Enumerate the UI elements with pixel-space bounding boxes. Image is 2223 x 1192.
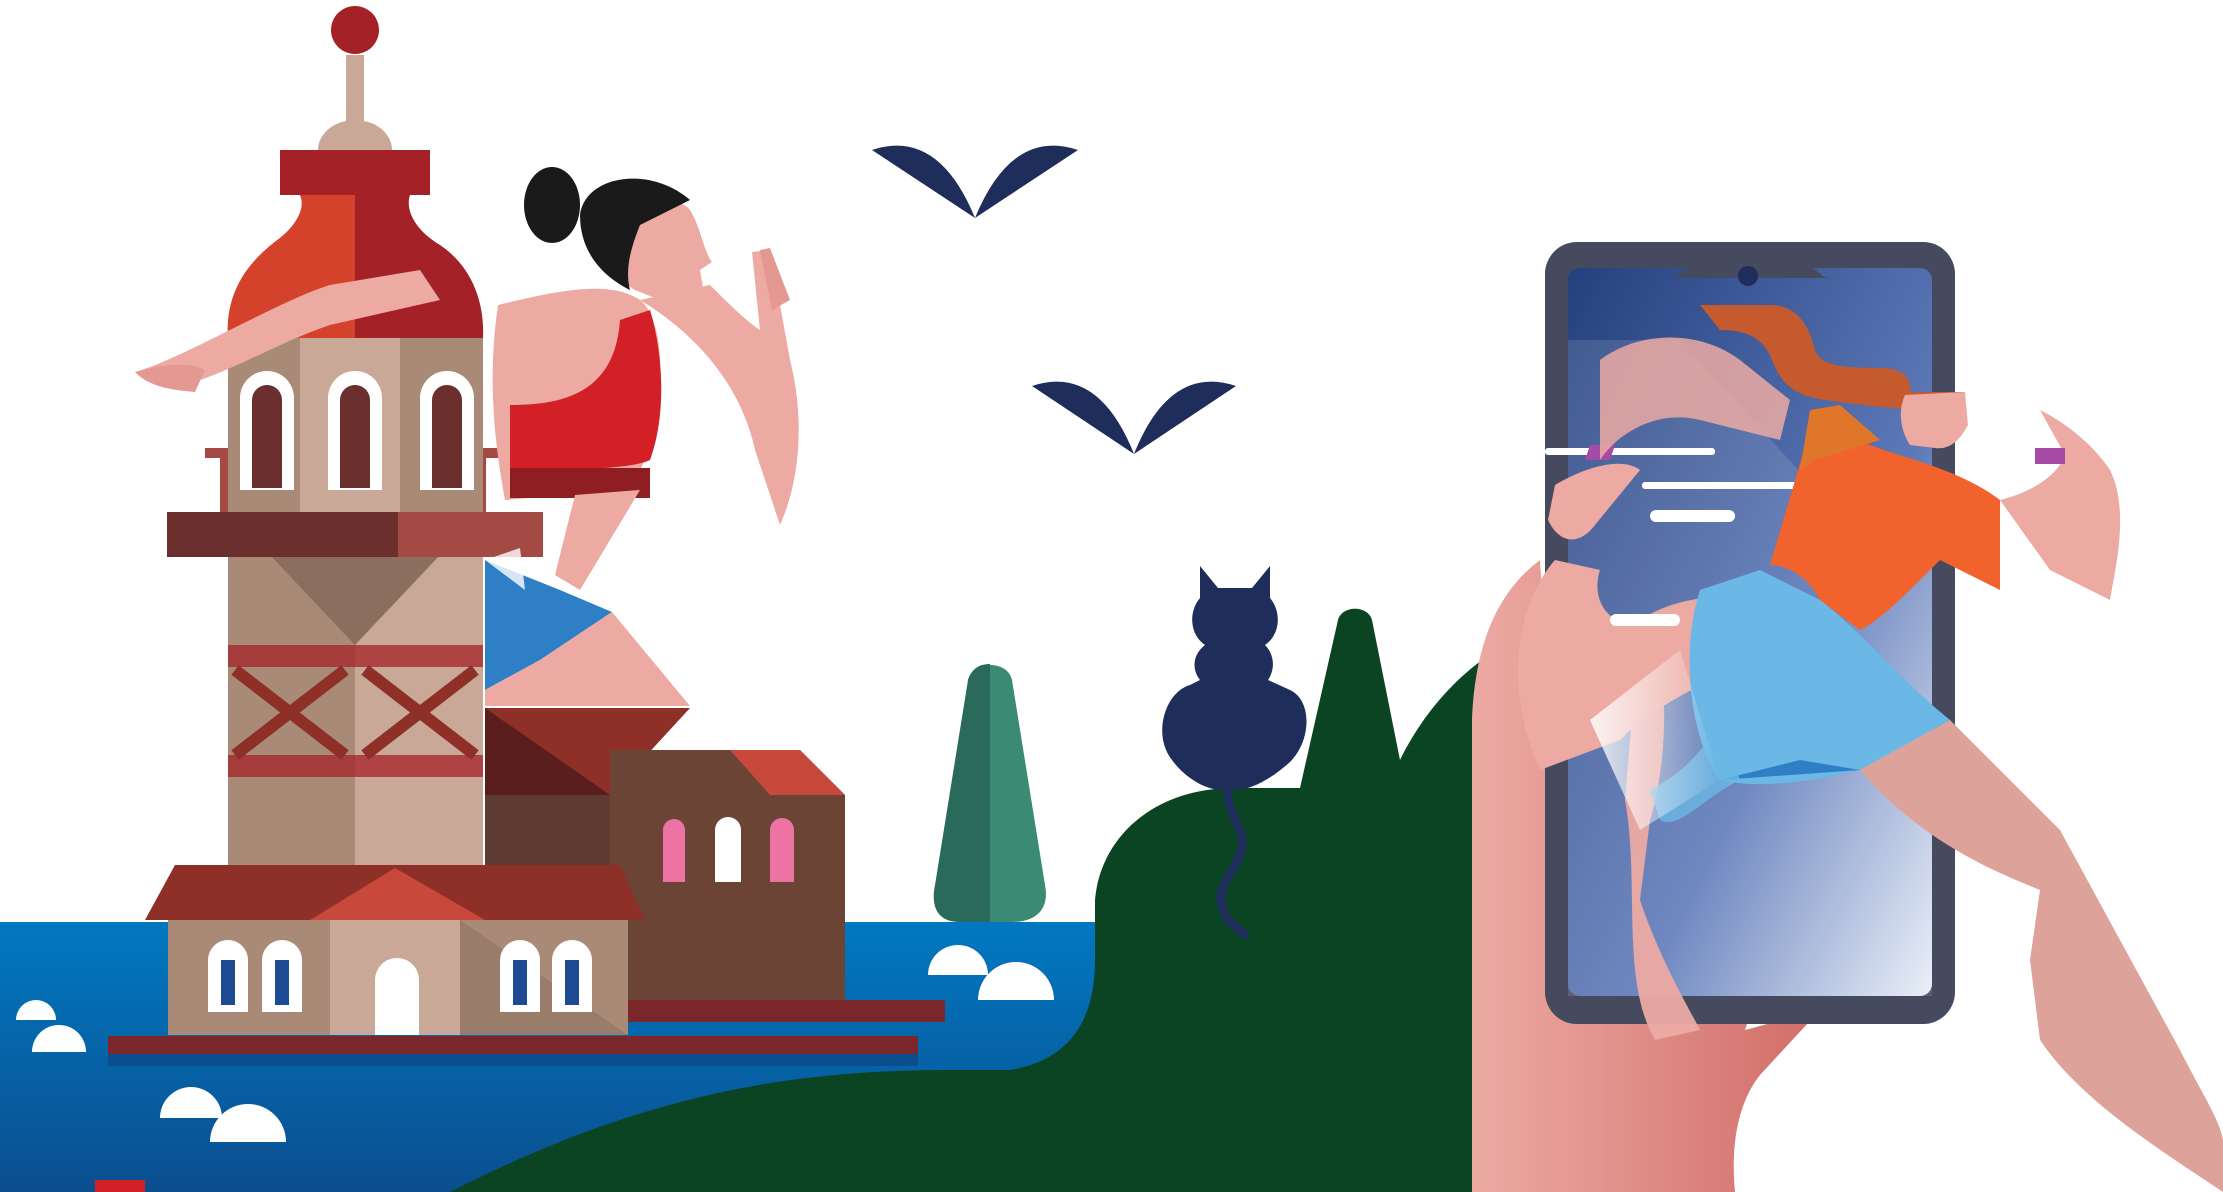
- tower-window: [420, 371, 474, 490]
- tower-window: [328, 371, 382, 490]
- sea-post: [95, 1180, 145, 1192]
- motion-line: [1650, 510, 1735, 522]
- illustration-canvas: [0, 6, 2223, 1192]
- cypress-tree: [933, 664, 1046, 922]
- motion-line: [1545, 448, 1715, 455]
- maidens-tower: [108, 6, 945, 1066]
- seagull: [1032, 381, 1236, 454]
- motion-line: [1610, 614, 1680, 626]
- seagull: [872, 145, 1078, 218]
- tower-window: [240, 371, 294, 490]
- camera-icon: [1738, 266, 1758, 286]
